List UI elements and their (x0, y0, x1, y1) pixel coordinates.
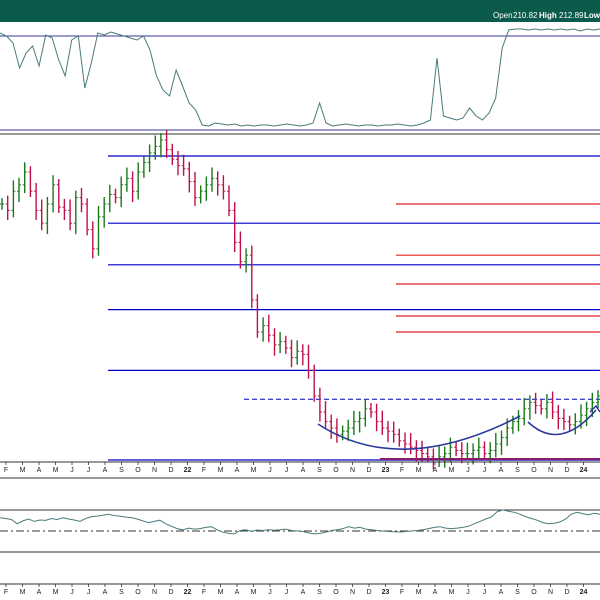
axis-tick-label: D (168, 467, 173, 474)
axis-tick-label: D (168, 589, 173, 596)
axis-tick-label: D (564, 589, 569, 596)
axis-tick-label: O (333, 467, 339, 474)
axis-tick-label: J (87, 467, 91, 474)
axis-tick-label: A (301, 467, 306, 474)
high-label: High (539, 11, 557, 20)
price-x-axis: F M A M J J A S O N D 22 F M A M J J A S O N D 23 F M A M J J A S O N D 24 (4, 462, 588, 474)
axis-tick-label: 22 (184, 589, 192, 596)
axis-tick-label: N (350, 589, 355, 596)
axis-tick-label: J (466, 467, 470, 474)
axis-tick-label: J (483, 467, 487, 474)
axis-tick-label: M (53, 589, 59, 596)
indicator-x-axis: F M A M J J A S O N D 22 F M A M J J A S O N D 23 F M A M J J A S O N D 24 (4, 584, 588, 596)
axis-tick-label: M (218, 467, 224, 474)
open-value: 210.82 (513, 11, 538, 20)
axis-tick-label: A (499, 589, 504, 596)
lower-indicator-panel (0, 509, 600, 553)
axis-tick-label: M (449, 589, 455, 596)
stock-chart: Open 210.82 High 212.89 Low F M A M J J A S O N D 2… (0, 0, 600, 596)
axis-tick-label: M (449, 467, 455, 474)
axis-tick-label: J (87, 589, 91, 596)
axis-tick-label: 23 (382, 467, 390, 474)
axis-tick-label: D (366, 467, 371, 474)
axis-tick-label: F (4, 589, 8, 596)
axis-tick-label: M (53, 467, 59, 474)
open-label: Open (493, 11, 513, 20)
axis-tick-label: S (515, 467, 520, 474)
axis-tick-label: D (366, 589, 371, 596)
axis-tick-label: S (317, 467, 322, 474)
axis-tick-label: 23 (382, 589, 390, 596)
axis-tick-label: A (37, 589, 42, 596)
upper-indicator-panel (0, 28, 600, 131)
axis-tick-label: D (564, 467, 569, 474)
axis-tick-label: M (218, 589, 224, 596)
axis-tick-label: S (515, 589, 520, 596)
axis-tick-label: A (103, 467, 108, 474)
axis-tick-label: M (20, 467, 26, 474)
axis-tick-label: F (202, 467, 206, 474)
axis-tick-label: A (499, 467, 504, 474)
axis-tick-label: M (251, 589, 257, 596)
axis-tick-label: F (202, 589, 206, 596)
lower-indicator-line (0, 509, 600, 535)
axis-tick-label: A (103, 589, 108, 596)
axis-tick-label: S (119, 467, 124, 474)
axis-tick-label: A (301, 589, 306, 596)
axis-tick-label: S (317, 589, 322, 596)
axis-tick-label: J (483, 589, 487, 596)
axis-tick-label: O (135, 589, 141, 596)
axis-tick-label: O (531, 589, 537, 596)
axis-tick-label: J (466, 589, 470, 596)
axis-tick-label: 24 (580, 467, 588, 474)
axis-tick-label: N (152, 467, 157, 474)
axis-tick-label: A (37, 467, 42, 474)
axis-tick-label: M (416, 467, 422, 474)
axis-tick-label: J (70, 467, 74, 474)
handle-arc (527, 409, 597, 436)
axis-tick-label: 22 (184, 467, 192, 474)
axis-tick-label: A (235, 467, 240, 474)
axis-tick-label: J (268, 467, 272, 474)
axis-tick-label: O (135, 467, 141, 474)
axis-tick-label: 24 (580, 589, 588, 596)
axis-tick-label: J (285, 589, 289, 596)
axis-tick-label: N (350, 467, 355, 474)
axis-tick-label: J (285, 467, 289, 474)
axis-tick-label: S (119, 589, 124, 596)
axis-tick-label: M (20, 589, 26, 596)
price-panel (0, 130, 600, 470)
axis-tick-label: N (548, 589, 553, 596)
axis-tick-label: O (333, 589, 339, 596)
axis-tick-label: J (268, 589, 272, 596)
axis-tick-label: N (152, 589, 157, 596)
axis-tick-label: A (433, 589, 438, 596)
axis-tick-label: M (251, 467, 257, 474)
axis-tick-label: A (433, 467, 438, 474)
axis-tick-label: F (400, 467, 404, 474)
axis-tick-label: F (4, 467, 8, 474)
axis-tick-label: N (548, 467, 553, 474)
axis-tick-label: J (70, 589, 74, 596)
axis-tick-label: M (416, 589, 422, 596)
upper-indicator-line (0, 28, 600, 127)
axis-tick-label: A (235, 589, 240, 596)
low-label: Low (584, 11, 600, 20)
high-value: 212.89 (559, 11, 584, 20)
axis-tick-label: F (400, 589, 404, 596)
axis-tick-label: O (531, 467, 537, 474)
